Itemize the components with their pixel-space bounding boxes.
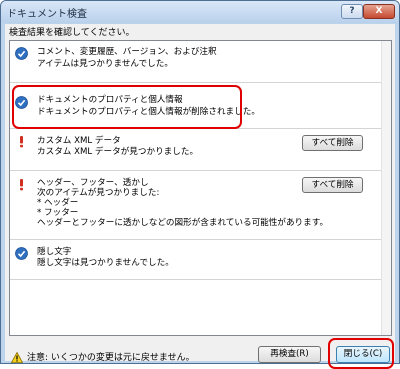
result-item-headers-footers: ヘッダー、フッター、透かし 次のアイテムが見つかりました: * ヘッダー * フ… (10, 171, 383, 240)
result-detail: 隠し文字は見つかりませんでした。 (37, 258, 174, 268)
exclamation-icon (20, 179, 23, 191)
window-close-button[interactable]: X (363, 4, 395, 19)
close-icon: X (375, 6, 383, 16)
result-title: コメント、変更履歴、バージョン、および注釈 (37, 47, 217, 57)
exclamation-icon (20, 136, 23, 148)
highlight-annotation (12, 85, 242, 129)
results-scrollbar[interactable] (381, 41, 391, 335)
warning-text: 注意: いくつかの変更は元に戻せません。 (27, 353, 195, 363)
help-icon: ? (349, 6, 355, 16)
result-detail-line: * ヘッダー (37, 198, 79, 208)
document-inspector-dialog: ドキュメント検査 ? X 検査結果を確認してください。 コメント、変更履歴、バー… (0, 0, 400, 369)
results-list: コメント、変更履歴、バージョン、および注釈 アイテムは見つかりませんでした。 ド… (9, 40, 392, 336)
help-button[interactable]: ? (341, 4, 363, 19)
result-item-comments: コメント、変更履歴、バージョン、および注釈 アイテムは見つかりませんでした。 (10, 41, 383, 83)
check-circle-icon (15, 247, 28, 260)
result-title: ヘッダー、フッター、透かし (37, 178, 149, 188)
recheck-button[interactable]: 再検査(R) (258, 346, 321, 363)
window-title: ドキュメント検査 (7, 9, 87, 20)
dialog-body: 検査結果を確認してください。 コメント、変更履歴、バージョン、および注釈 アイテ… (5, 24, 395, 369)
result-item-hidden-text: 隠し文字 隠し文字は見つかりませんでした。 (10, 240, 383, 280)
check-circle-icon (15, 47, 28, 60)
result-detail: アイテムは見つかりませんでした。 (37, 59, 173, 69)
result-detail-line: 次のアイテムが見つかりました: (37, 188, 160, 198)
result-item-custom-xml: カスタム XML データ カスタム XML データが見つかりました。 すべて削除 (10, 129, 383, 171)
result-detail-line: * フッター (37, 208, 79, 218)
warning-triangle-icon (11, 352, 23, 363)
title-bar[interactable]: ドキュメント検査 ? X (1, 1, 399, 23)
remove-all-button[interactable]: すべて削除 (302, 177, 363, 193)
instruction-text: 検査結果を確認してください。 (9, 28, 135, 38)
result-detail-line: ヘッダーとフッターに透かしなどの図形が含まれている可能性があります。 (37, 218, 329, 228)
remove-all-button[interactable]: すべて削除 (302, 135, 363, 151)
highlight-annotation (328, 338, 394, 369)
result-detail: カスタム XML データが見つかりました。 (37, 147, 199, 157)
footer-warning: 注意: いくつかの変更は元に戻せません。 (11, 350, 195, 363)
